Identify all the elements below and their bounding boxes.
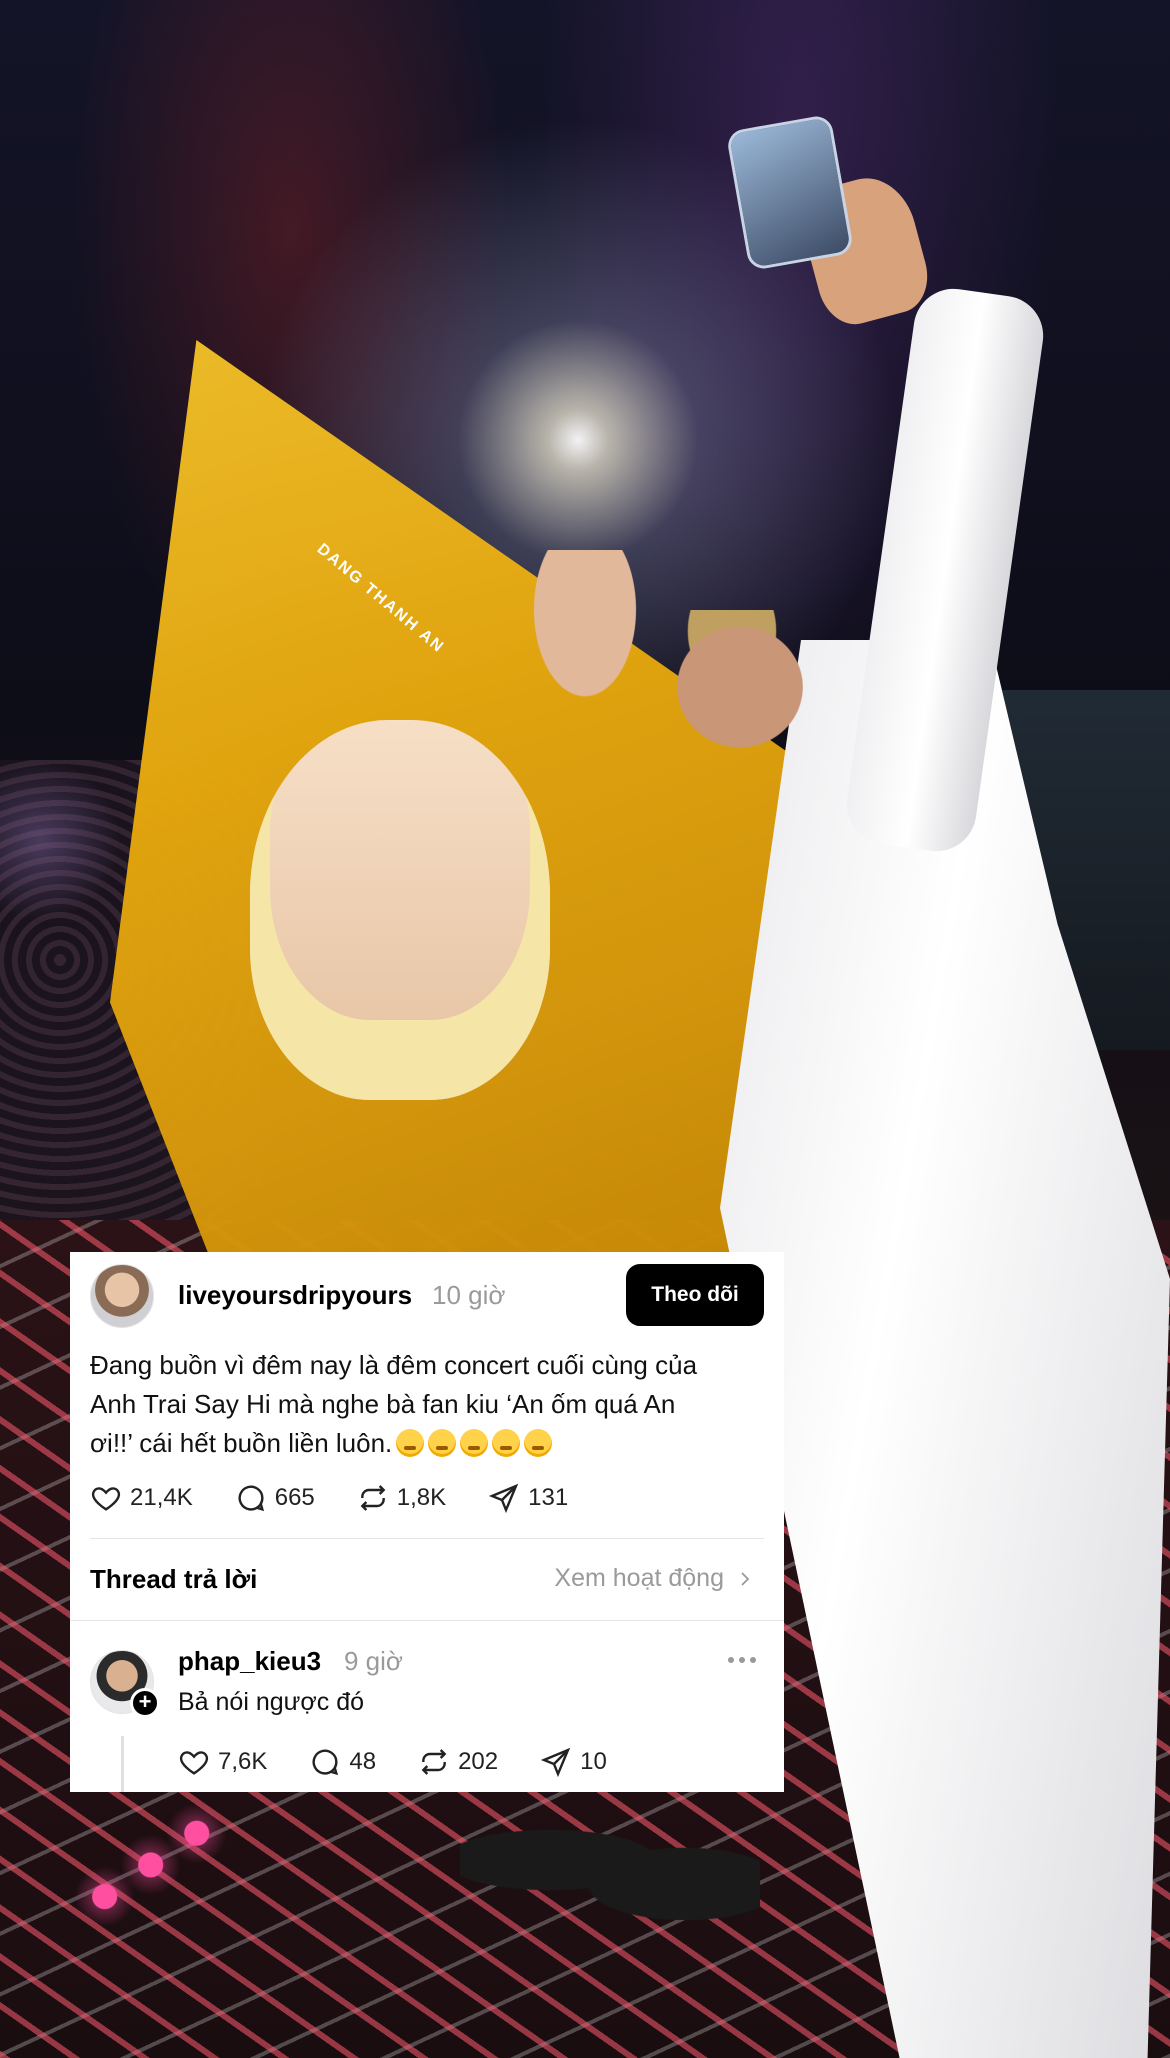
heart-icon — [91, 1487, 121, 1511]
repost-icon — [421, 1749, 447, 1775]
post-username[interactable]: liveyoursdripyours — [178, 1280, 412, 1311]
reply-like-count: 7,6K — [218, 1748, 268, 1775]
more-options-icon[interactable] — [728, 1650, 756, 1670]
divider — [70, 1620, 784, 1621]
repost-button[interactable]: 1,8K — [357, 1482, 446, 1514]
selfie-phone — [729, 117, 851, 268]
kissing-face-icon — [428, 1429, 457, 1457]
reply-username[interactable]: phap_kieu3 — [178, 1646, 321, 1677]
heart-icon — [179, 1751, 209, 1775]
black-shoes — [460, 1800, 760, 1920]
plus-icon[interactable]: + — [130, 1688, 160, 1718]
reply-text: Bả nói ngược đó — [178, 1688, 365, 1716]
repost-count: 1,8K — [396, 1484, 447, 1511]
repost-icon — [360, 1485, 386, 1511]
banner-portrait — [250, 720, 550, 1100]
threads-post-card: liveyoursdripyours 10 giờ Theo dõi Đang … — [70, 1252, 784, 1792]
comment-icon — [238, 1485, 264, 1512]
emoji-row — [392, 1428, 553, 1458]
tired-face-icon — [396, 1429, 425, 1457]
share-button[interactable]: 131 — [488, 1482, 568, 1514]
reply-comment-button[interactable]: 48 — [309, 1746, 376, 1778]
performer-head-left — [520, 550, 650, 720]
reply-repost-count: 202 — [458, 1748, 499, 1775]
smiling-face-with-hearts-icon — [492, 1429, 521, 1457]
pleading-face-icon — [524, 1429, 553, 1457]
like-count: 21,4K — [130, 1484, 193, 1511]
reply-share-count: 10 — [580, 1748, 607, 1775]
comment-button[interactable]: 665 — [235, 1482, 315, 1514]
reply-comment-count: 48 — [349, 1748, 377, 1775]
reply-share-button[interactable]: 10 — [540, 1746, 607, 1778]
stage-lights — [52, 1788, 248, 1932]
view-activity-label: Xem hoạt động — [554, 1564, 724, 1592]
thread-replies-title: Thread trả lời — [90, 1564, 258, 1594]
squinting-tongue-face-icon — [460, 1429, 489, 1457]
divider — [90, 1538, 764, 1539]
comment-count: 665 — [274, 1484, 315, 1511]
comment-icon — [312, 1749, 339, 1776]
reply-time: 9 giờ — [344, 1646, 403, 1676]
share-count: 131 — [528, 1484, 569, 1511]
post-text: Đang buồn vì đêm nay là đêm concert cuối… — [90, 1346, 770, 1463]
thread-line — [121, 1736, 124, 1792]
view-activity-link[interactable]: Xem hoạt động — [554, 1564, 754, 1593]
performer-head-right — [660, 610, 820, 750]
send-icon — [488, 1483, 519, 1514]
avatar[interactable] — [90, 1264, 154, 1328]
reply-actions: 7,6K 48 202 10 — [178, 1744, 649, 1780]
post-actions: 21,4K 665 1,8K 131 — [90, 1480, 610, 1516]
post-time: 10 giờ — [432, 1280, 506, 1310]
reply-like-button[interactable]: 7,6K — [178, 1746, 267, 1778]
send-icon — [540, 1747, 571, 1778]
like-button[interactable]: 21,4K — [90, 1482, 193, 1514]
chevron-right-icon — [741, 1571, 750, 1586]
reply-repost-button[interactable]: 202 — [418, 1746, 498, 1778]
follow-button[interactable]: Theo dõi — [626, 1264, 764, 1326]
